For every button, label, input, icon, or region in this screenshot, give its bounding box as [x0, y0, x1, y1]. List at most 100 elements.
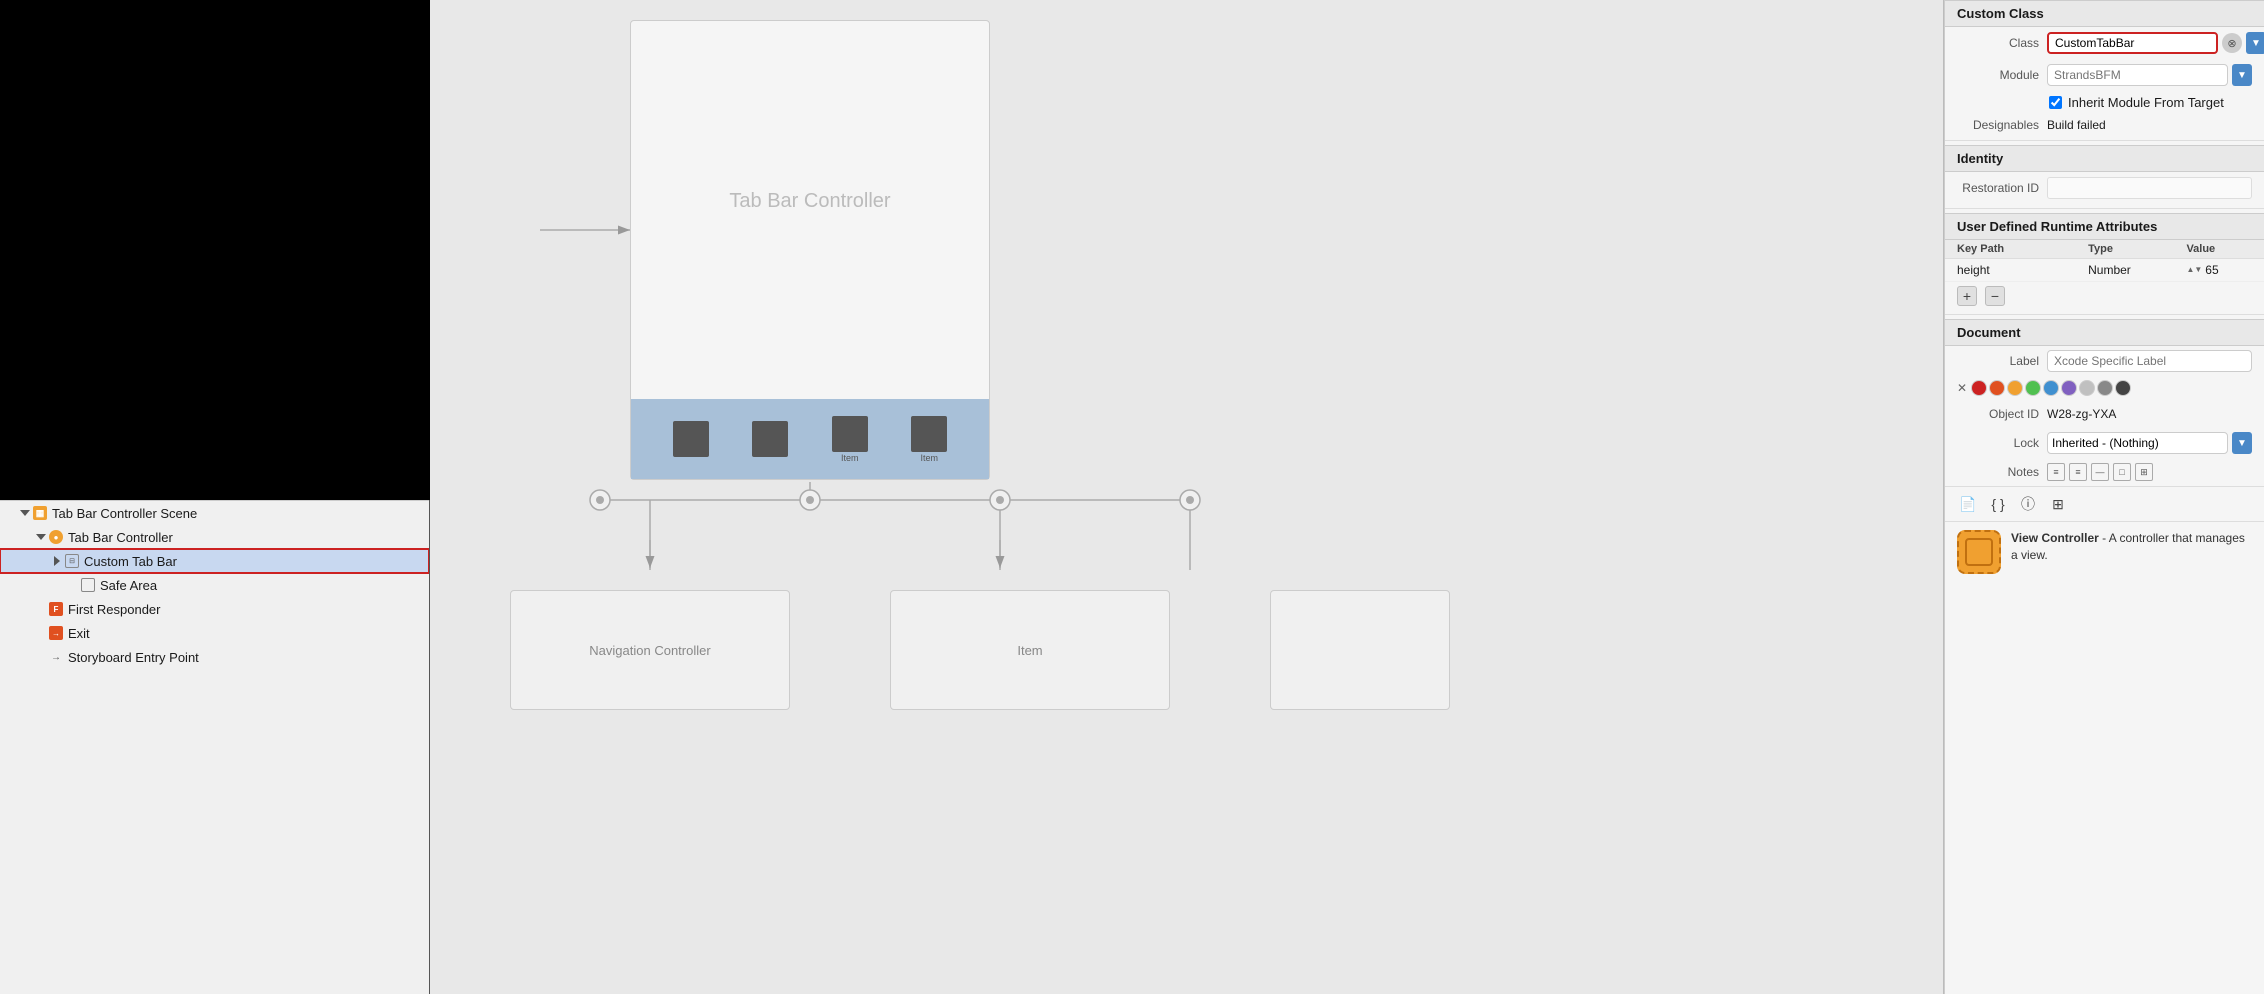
object-id-value: W28-zg-YXA [2047, 407, 2116, 421]
center-panel[interactable]: Tab Bar Controller Item Item Navigation … [430, 0, 1944, 994]
tbc-mockup: Tab Bar Controller Item Item [630, 20, 990, 480]
triangle-tbc[interactable] [36, 532, 46, 542]
vc-title: View Controller [2011, 531, 2099, 545]
custom-tab-icon: ⊟ [64, 553, 80, 569]
color-red[interactable] [1971, 380, 1987, 396]
tab-block-2 [752, 421, 788, 457]
toolbar-doc-icon[interactable]: 📄 [1957, 493, 1979, 515]
nav-controller-label: Navigation Controller [589, 643, 710, 658]
restoration-id-row: Restoration ID [1945, 172, 2264, 204]
lock-select[interactable]: Inherited - (Nothing) [2047, 432, 2228, 454]
nav-label-tbc: Tab Bar Controller [68, 530, 173, 545]
toolbar-braces-icon[interactable]: { } [1987, 493, 2009, 515]
nav-item-exit[interactable]: → Exit [0, 621, 429, 645]
nav-item-scene[interactable]: ▦ Tab Bar Controller Scene [0, 501, 429, 525]
notes-row: Notes ≡ ≡ — □ ⊞ [1945, 458, 2264, 486]
restoration-id-input[interactable] [2047, 177, 2252, 199]
tab-bar-ctrl-icon: ● [48, 529, 64, 545]
tab-block-4 [911, 416, 947, 452]
notes-icon-lines2[interactable]: ≡ [2069, 463, 2087, 481]
stepper-arrows[interactable]: ▲▼ [2186, 266, 2202, 274]
vc-text: View Controller - A controller that mana… [2011, 530, 2252, 564]
class-label: Class [1957, 36, 2047, 50]
divider-2 [1945, 208, 2264, 209]
notes-icon-dash[interactable]: — [2091, 463, 2109, 481]
triangle-safe [68, 580, 78, 590]
right-panel: Custom Class Class ⊗ ▼ Module ▼ Inherit … [1944, 0, 2264, 994]
module-label: Module [1957, 68, 2047, 82]
inherit-module-checkbox[interactable] [2049, 96, 2062, 109]
custom-class-header: Custom Class [1945, 0, 2264, 27]
triangle-exit [36, 628, 46, 638]
color-gray[interactable] [2097, 380, 2113, 396]
class-select-wrap: ⊗ ▼ [2047, 32, 2264, 54]
module-dropdown-btn[interactable]: ▼ [2232, 64, 2252, 86]
triangle-ep [36, 652, 46, 662]
vc-icon [1957, 530, 2001, 574]
navigator: ▦ Tab Bar Controller Scene ● Tab Bar Con… [0, 500, 429, 994]
doc-label-label: Label [1957, 354, 2047, 368]
toolbar-lines-icon[interactable]: ⊞ [2047, 493, 2069, 515]
nav-label-safe-area: Safe Area [100, 578, 157, 593]
color-dark-gray[interactable] [2115, 380, 2131, 396]
color-blue[interactable] [2043, 380, 2059, 396]
color-green[interactable] [2025, 380, 2041, 396]
left-panel: ▦ Tab Bar Controller Scene ● Tab Bar Con… [0, 0, 430, 994]
vc-icon-inner [1965, 538, 1993, 566]
udra-header: User Defined Runtime Attributes [1945, 213, 2264, 240]
exit-icon: → [48, 625, 64, 641]
tab-item-2 [752, 421, 788, 457]
notes-label: Notes [1957, 465, 2047, 479]
color-orange[interactable] [2007, 380, 2023, 396]
color-light-gray[interactable] [2079, 380, 2095, 396]
designables-label: Designables [1957, 118, 2047, 132]
notes-icon-box2[interactable]: ⊞ [2135, 463, 2153, 481]
udra-type-1: Number [2088, 263, 2186, 277]
identity-header: Identity [1945, 145, 2264, 172]
class-dropdown-btn[interactable]: ▼ [2246, 32, 2264, 54]
scene-icon: ▦ [32, 505, 48, 521]
udra-value-1: ▲▼ 65 [2186, 263, 2252, 277]
module-select-wrap: ▼ [2047, 64, 2252, 86]
add-remove-row: + − [1945, 282, 2264, 310]
vc-description-area: View Controller - A controller that mana… [1945, 521, 2264, 582]
module-input[interactable] [2047, 64, 2228, 86]
add-attribute-btn[interactable]: + [1957, 286, 1977, 306]
notes-icon-box1[interactable]: □ [2113, 463, 2131, 481]
color-x-btn[interactable]: ✕ [1957, 381, 1967, 395]
doc-label-input[interactable] [2047, 350, 2252, 372]
inherit-module-row: Inherit Module From Target [1945, 91, 2264, 114]
nav-controller-box: Navigation Controller [510, 590, 790, 710]
lock-dropdown-btn[interactable]: ▼ [2232, 432, 2252, 454]
class-input[interactable] [2047, 32, 2218, 54]
tbc-tab-bar: Item Item [631, 399, 989, 479]
toolbar-info-icon[interactable]: ⓘ [2017, 493, 2039, 515]
nav-label-scene: Tab Bar Controller Scene [52, 506, 197, 521]
object-id-label: Object ID [1957, 407, 2047, 421]
color-orange-red[interactable] [1989, 380, 2005, 396]
nav-item-first-responder[interactable]: F First Responder [0, 597, 429, 621]
remove-attribute-btn[interactable]: − [1985, 286, 2005, 306]
nav-item-custom-tab-bar[interactable]: ⊟ Custom Tab Bar [0, 549, 429, 573]
nav-item-tbc[interactable]: ● Tab Bar Controller [0, 525, 429, 549]
color-purple[interactable] [2061, 380, 2077, 396]
notes-icon-lines[interactable]: ≡ [2047, 463, 2065, 481]
safe-area-icon [80, 577, 96, 593]
designables-row: Designables Build failed [1945, 114, 2264, 136]
divider-1 [1945, 140, 2264, 141]
class-clear-btn[interactable]: ⊗ [2222, 33, 2242, 53]
color-swatch-row: ✕ [1945, 376, 2264, 400]
udra-keypath-1: height [1957, 263, 2088, 277]
triangle-custom-tab[interactable] [52, 556, 62, 566]
col-value: Value [2186, 243, 2252, 255]
tab-block-1 [673, 421, 709, 457]
triangle-scene[interactable] [20, 508, 30, 518]
bottom-toolbar: 📄 { } ⓘ ⊞ [1945, 486, 2264, 521]
object-id-row: Object ID W28-zg-YXA [1945, 400, 2264, 428]
tab-label-4: Item [920, 453, 938, 463]
item-box-label: Item [1017, 643, 1042, 658]
nav-item-safe-area[interactable]: Safe Area [0, 573, 429, 597]
entry-point-icon: → [48, 649, 64, 665]
nav-item-entry-point[interactable]: → Storyboard Entry Point [0, 645, 429, 669]
doc-label-row: Label [1945, 346, 2264, 376]
